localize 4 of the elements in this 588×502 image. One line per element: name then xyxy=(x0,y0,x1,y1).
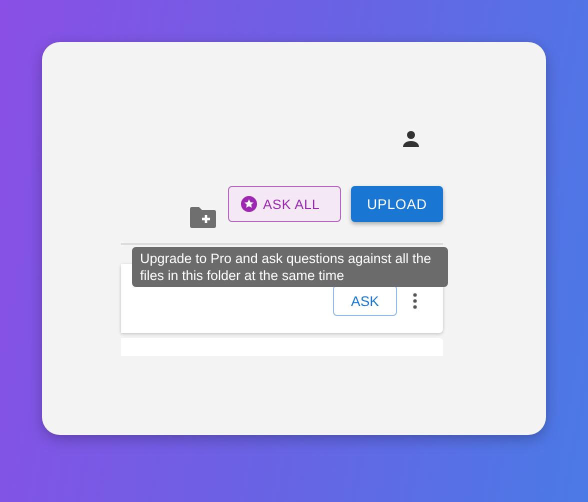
ask-button[interactable]: ASK xyxy=(333,285,397,316)
ask-all-button[interactable]: ASK ALL xyxy=(228,186,341,222)
tooltip: Upgrade to Pro and ask questions against all the files in this folder at the same time xyxy=(132,247,448,287)
upload-button[interactable]: UPLOAD xyxy=(351,186,443,222)
